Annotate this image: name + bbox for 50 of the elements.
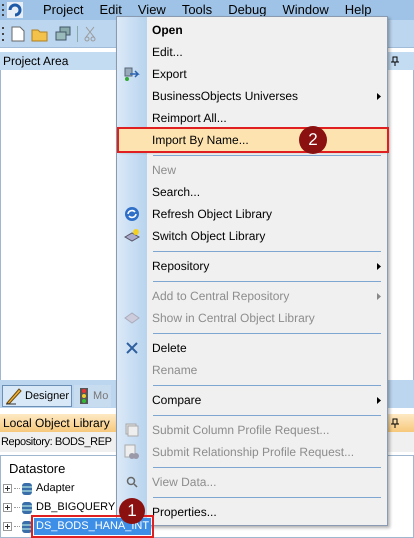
pin-icon[interactable] (391, 56, 399, 66)
panel-title: Project Area (3, 53, 68, 70)
menu-bar-item[interactable]: View (130, 0, 174, 20)
tree-item[interactable]: Adapter (34, 480, 77, 497)
pencil-icon (5, 387, 23, 405)
database-icon (22, 500, 32, 514)
submenu-arrow-icon (377, 292, 381, 300)
submenu-arrow-icon (377, 262, 381, 270)
repository-label: Repository: BODS_REP (1, 434, 112, 450)
windows-icon[interactable] (55, 26, 71, 42)
menu-item[interactable]: Reimport All... (147, 107, 387, 129)
menu-item[interactable]: Open (147, 19, 387, 41)
app-logo-icon[interactable] (7, 2, 23, 18)
book-icon (124, 311, 140, 325)
expand-icon[interactable] (3, 484, 12, 493)
menu-item[interactable]: Search... (147, 181, 387, 203)
menu-item[interactable]: Export (147, 63, 387, 85)
submenu-arrow-icon (377, 92, 381, 100)
grip-icon (2, 4, 5, 16)
expand-icon[interactable] (3, 522, 12, 531)
menu-item[interactable]: Compare (147, 389, 387, 411)
menu-bar-item[interactable]: Debug (220, 0, 274, 20)
book-star-icon (124, 228, 140, 244)
profile-icon (125, 423, 139, 437)
export-icon (124, 67, 140, 81)
menu-bar-item[interactable]: Help (336, 0, 380, 20)
database-icon (22, 520, 32, 534)
relationship-icon (124, 444, 140, 460)
expand-icon[interactable] (3, 503, 12, 512)
menu-item[interactable]: Delete (147, 337, 387, 359)
menu-item[interactable]: Repository (147, 255, 387, 277)
panel-title: Local Object Library (3, 415, 110, 432)
menu-bar-item[interactable]: Window (274, 0, 337, 20)
menu-item[interactable]: Refresh Object Library (147, 203, 387, 225)
menu-item[interactable]: BusinessObjects Universes (147, 85, 387, 107)
pin-icon[interactable] (391, 418, 399, 428)
refresh-icon (124, 206, 140, 222)
tab[interactable]: Designer (2, 385, 72, 407)
submenu-arrow-icon (377, 396, 381, 404)
tree-item[interactable]: DB_BIGQUERY (34, 499, 118, 516)
menu-bar-item[interactable]: Tools (174, 0, 220, 20)
menu-item[interactable]: Edit... (147, 41, 387, 63)
search-icon (126, 476, 138, 488)
grip-icon (2, 26, 5, 40)
menu-bar-item[interactable]: Edit (91, 0, 130, 20)
database-icon (22, 482, 32, 496)
delete-icon (125, 341, 139, 355)
menu-bar-item[interactable]: Project (35, 0, 92, 20)
menu-item[interactable]: Switch Object Library (147, 225, 387, 247)
new-document-icon[interactable] (11, 26, 25, 42)
